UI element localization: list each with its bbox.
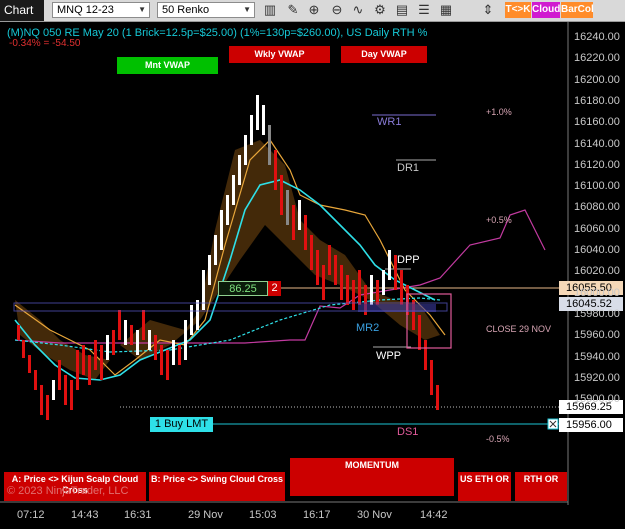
chart-toolbar: Chart MNQ 12-23 ▼ 50 Renko ▼ ▥ ✎ ⊕ ⊖ ∿ ⚙… — [0, 0, 625, 22]
pivot-wpp: WPP — [376, 350, 402, 362]
time-tick: 15:03 — [249, 509, 277, 521]
time-tick: 29 Nov — [188, 509, 223, 521]
pivot-mr2: MR2 — [356, 322, 380, 334]
time-tick: 14:43 — [71, 509, 99, 521]
tk-toggle-button[interactable]: T<>K — [505, 2, 531, 18]
pct-minus-05: -0.5% — [486, 434, 510, 444]
time-tick: 30 Nov — [357, 509, 392, 521]
chevron-down-icon: ▼ — [138, 5, 146, 14]
swing-cloud — [120, 140, 440, 360]
day-vwap-button[interactable]: Day VWAP — [341, 46, 427, 63]
price-tick: 15900.00 — [574, 393, 620, 406]
swing-cloud-cross-button[interactable]: B: Price <> Swing Cloud Cross — [149, 472, 285, 501]
price-tick: 16200.00 — [574, 73, 620, 86]
wkly-vwap-button[interactable]: Wkly VWAP — [229, 46, 330, 63]
pivot-dr1: DR1 — [397, 162, 420, 174]
momentum-button[interactable]: MOMENTUM — [290, 458, 454, 496]
pivot-ds1: DS1 — [397, 426, 419, 438]
price-tick: 16040.00 — [574, 244, 620, 256]
price-tick: 16140.00 — [574, 137, 620, 150]
time-tick: 07:12 — [17, 509, 45, 521]
pivot-dpp: DPP — [397, 254, 420, 266]
copyright-text: © 2023 NinjaTrader, LLC — [7, 485, 129, 497]
chevron-down-icon: ▼ — [243, 5, 251, 14]
pct-plus-05: +0.5% — [486, 215, 512, 225]
draw-icon[interactable]: ✎ — [285, 2, 301, 18]
price-tick: 16000.00 — [574, 286, 620, 299]
price-tick: 15920.00 — [574, 371, 620, 384]
buy-limit-order[interactable]: 1 Buy LMT — [150, 417, 213, 432]
bar-type-value: 50 Renko — [162, 4, 210, 16]
price-tick: 16120.00 — [574, 158, 620, 171]
strategies-icon[interactable]: ⚙ — [372, 2, 388, 18]
price-tick: 16240.00 — [574, 31, 620, 43]
price-tick: 16100.00 — [574, 180, 620, 193]
instrument-value: MNQ 12-23 — [57, 4, 114, 16]
cloud-toggle-button[interactable]: Cloud — [532, 2, 560, 18]
data-box-icon[interactable]: ▦ — [438, 2, 454, 18]
indicators-icon[interactable]: ∿ — [350, 2, 366, 18]
position-pnl[interactable]: 86.25 — [218, 281, 268, 296]
price-tick: 16060.00 — [574, 222, 620, 235]
chart-trader-icon[interactable]: ⇕ — [480, 2, 496, 18]
zoom-out-icon[interactable]: ⊖ — [329, 2, 345, 18]
pivot-wr1: WR1 — [377, 116, 402, 128]
price-tick: 16020.00 — [574, 265, 620, 278]
chart-canvas[interactable] — [0, 22, 625, 529]
position-qty[interactable]: 2 — [268, 281, 281, 296]
pct-plus-1: +1.0% — [486, 107, 512, 117]
instrument-selector[interactable]: MNQ 12-23 ▼ — [52, 2, 150, 18]
price-tag-order: 15956.00 — [559, 418, 623, 432]
templates-icon[interactable]: ▤ — [394, 2, 410, 18]
price-tick: 15960.00 — [574, 329, 620, 342]
price-tick: 16220.00 — [574, 52, 620, 65]
time-tick: 16:17 — [303, 509, 331, 521]
price-tick: 15940.00 — [574, 350, 620, 363]
change-text: -0.34% = -54.50 — [9, 38, 81, 49]
price-tick: 16180.00 — [574, 94, 620, 107]
zoom-in-icon[interactable]: ⊕ — [306, 2, 322, 18]
price-tick: 16160.00 — [574, 116, 620, 129]
rth-or-button[interactable]: RTH OR — [515, 472, 567, 501]
close-29-nov-label: CLOSE 29 NOV — [486, 324, 552, 334]
mnt-vwap-button[interactable]: Mnt VWAP — [117, 57, 218, 74]
us-eth-or-button[interactable]: US ETH OR — [458, 472, 511, 501]
price-tick: 15980.00 — [574, 307, 620, 320]
bar-style-icon[interactable]: ▥ — [262, 2, 278, 18]
time-tick: 14:42 — [420, 509, 448, 521]
price-tick: 16080.00 — [574, 201, 620, 214]
bar-type-selector[interactable]: 50 Renko ▼ — [157, 2, 255, 18]
properties-icon[interactable]: ☰ — [416, 2, 432, 18]
barcol-toggle-button[interactable]: BarCol — [561, 2, 594, 18]
chart-window-label: Chart — [0, 0, 44, 21]
time-tick: 16:31 — [124, 509, 152, 521]
